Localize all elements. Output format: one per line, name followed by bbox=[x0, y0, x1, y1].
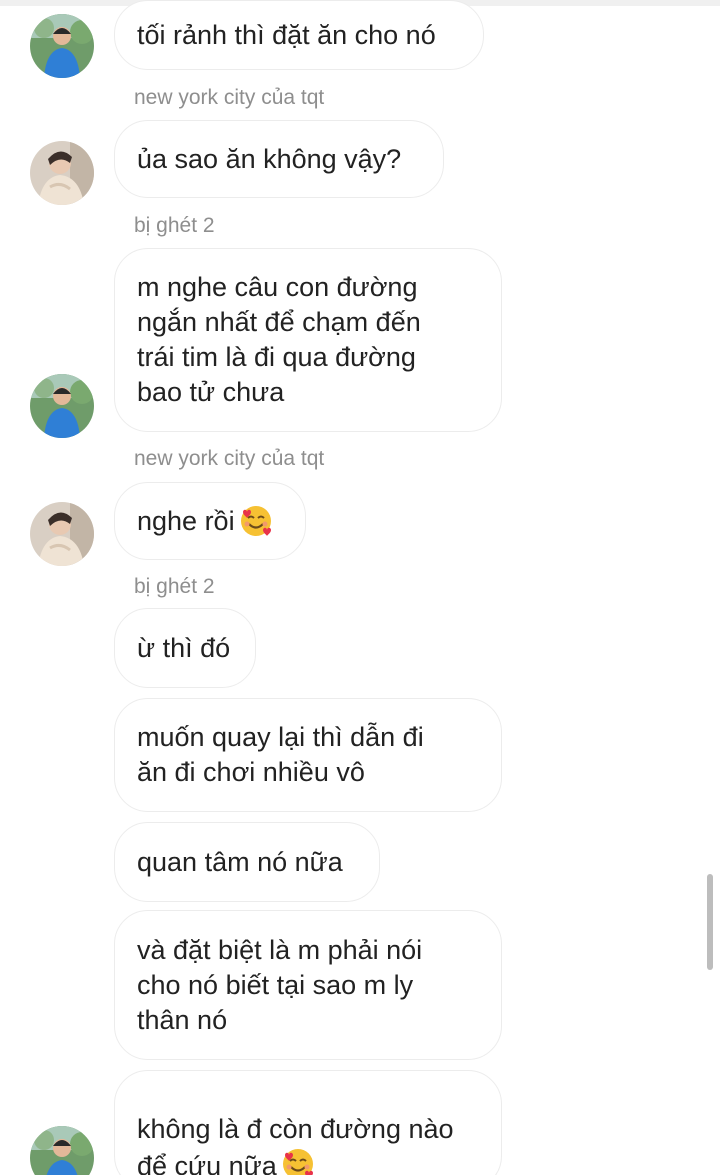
scrollbar-thumb[interactable] bbox=[707, 874, 713, 970]
message-text: quan tâm nó nữa bbox=[137, 846, 343, 877]
message-bubble[interactable]: ừ thì đó bbox=[114, 608, 256, 688]
avatar-new-york-city[interactable] bbox=[30, 502, 94, 566]
avatar-photo-icon bbox=[30, 141, 94, 205]
message-text: m nghe câu con đường ngắn nhất để chạm đ… bbox=[137, 272, 421, 407]
message-bubble[interactable]: muốn quay lại thì dẫn đi ăn đi chơi nhiề… bbox=[114, 698, 502, 812]
message-bubble[interactable]: ủa sao ăn không vậy? bbox=[114, 120, 444, 198]
message-text: không là đ còn đường nào để cứu nữa bbox=[137, 1077, 454, 1175]
smiling-face-with-hearts-icon bbox=[282, 1148, 313, 1175]
smiling-face-with-hearts-icon bbox=[240, 506, 271, 536]
message-text: ừ thì đó bbox=[137, 632, 231, 663]
message-text: và đặt biệt là m phải nói cho nó biết tạ… bbox=[137, 934, 423, 1035]
avatar-photo-icon bbox=[30, 374, 94, 438]
avatar-photo-icon bbox=[30, 14, 94, 78]
message-text: muốn quay lại thì dẫn đi ăn đi chơi nhiề… bbox=[137, 722, 424, 787]
avatar-bi-ghet-2[interactable] bbox=[30, 1126, 94, 1175]
message-bubble[interactable]: không là đ còn đường nào để cứu nữa bbox=[114, 1070, 502, 1175]
message-bubble[interactable]: m nghe câu con đường ngắn nhất để chạm đ… bbox=[114, 248, 502, 432]
avatar-photo-icon bbox=[30, 1126, 94, 1175]
message-text: ủa sao ăn không vậy? bbox=[137, 143, 402, 174]
message-bubble[interactable]: quan tâm nó nữa bbox=[114, 822, 380, 902]
chat-thread[interactable]: tối rảnh thì đặt ăn cho nó new york city… bbox=[0, 0, 720, 1175]
sender-label: new york city của tqt bbox=[134, 447, 325, 470]
sender-label: new york city của tqt bbox=[134, 86, 325, 109]
sender-label: bị ghét 2 bbox=[134, 214, 215, 237]
avatar-bi-ghet-2[interactable] bbox=[30, 374, 94, 438]
sender-label: bị ghét 2 bbox=[134, 575, 215, 598]
message-text: tối rảnh thì đặt ăn cho nó bbox=[137, 19, 436, 50]
message-bubble[interactable]: nghe rồi bbox=[114, 482, 306, 560]
message-text: nghe rồi bbox=[137, 505, 235, 536]
avatar-photo-icon bbox=[30, 502, 94, 566]
avatar-new-york-city[interactable] bbox=[30, 141, 94, 205]
avatar-bi-ghet-2[interactable] bbox=[30, 14, 94, 78]
message-bubble[interactable]: và đặt biệt là m phải nói cho nó biết tạ… bbox=[114, 910, 502, 1060]
message-bubble[interactable]: tối rảnh thì đặt ăn cho nó bbox=[114, 0, 484, 70]
